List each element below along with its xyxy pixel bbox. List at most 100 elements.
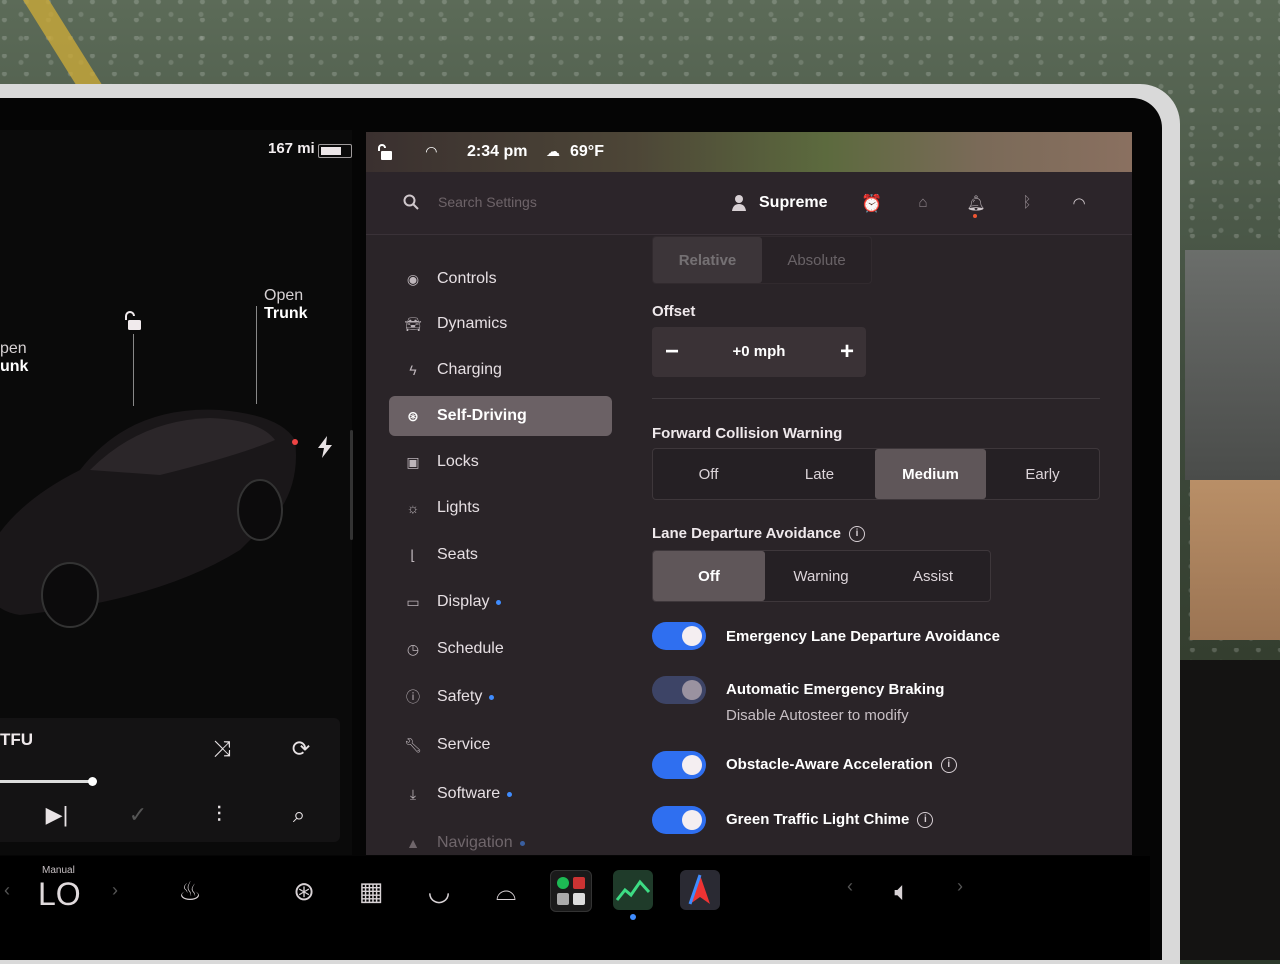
front-defrost-icon[interactable]: ◡ [419,876,459,907]
active-app-dot [630,914,636,920]
seat-heater-icon[interactable]: ♨ [170,876,210,907]
sidebar-item-locks[interactable]: ▣ Locks [389,442,612,482]
obstacle-aware-acceleration-toggle[interactable] [652,751,706,779]
toggle-icon: ◉ [406,270,420,287]
sidebar-item-software[interactable]: ⤓ Software [389,774,612,814]
profile-icon[interactable] [731,194,749,212]
info-icon[interactable]: i [940,757,957,774]
sidebar-item-label: Locks [437,453,479,470]
chevron-right-icon[interactable]: › [108,880,122,901]
update-dot [507,791,513,797]
sidebar-item-dynamics[interactable]: 🚘︎ Dynamics [389,304,612,344]
playback-scrubber[interactable] [88,777,97,786]
bolt-icon: ϟ [409,362,417,378]
lane-departure-avoidance-heading: Lane Departure Avoidance i [652,525,865,543]
equalizer-icon[interactable]: ⫶ [202,798,236,832]
shuffle-icon[interactable]: ⤨ [205,732,239,766]
seat-icon: ⌊ [410,546,416,563]
wifi-icon[interactable]: ◠ [1069,194,1089,214]
sidebar-item-controls[interactable]: ◉ Controls [389,259,612,299]
speed-mode-relative[interactable]: Relative [653,237,762,283]
alarm-icon[interactable]: ⏰ [861,194,882,214]
green-traffic-light-chime-toggle[interactable] [652,806,706,834]
fcw-option-off[interactable]: Off [653,449,764,499]
automatic-emergency-braking-toggle[interactable] [652,676,706,704]
automatic-emergency-braking-hint: Disable Autosteer to modify [726,707,909,724]
wifi-status-icon: ◠ [426,143,437,159]
bluetooth-icon[interactable]: ᛒ [1017,194,1037,214]
notification-dot [973,214,977,218]
volume-down-chevron-icon[interactable]: ‹ [840,876,860,897]
sidebar-item-label: Seats [437,546,478,563]
cabin-temperature[interactable]: LO [38,876,81,913]
navigation-app-icon[interactable] [680,870,720,910]
sidebar-item-display[interactable]: ▭ Display [389,582,612,622]
info-icon[interactable]: i [917,812,934,829]
update-dot [489,694,495,700]
garage-icon[interactable]: ⌂ [913,194,933,214]
navigation-icon: ▲ [406,835,420,851]
wiper-icon[interactable]: ⌓ [486,876,526,908]
search-icon[interactable]: ⌕ [282,798,316,832]
battery-icon [318,144,352,158]
chevron-left-icon[interactable]: ‹ [0,880,14,901]
offset-stepper: − +0 mph + [652,327,866,377]
lda-option-warning[interactable]: Warning [765,551,877,601]
energy-app-icon[interactable] [613,870,653,910]
sidebar-item-safety[interactable]: ⓘ Safety [389,677,612,717]
settings-search-icon[interactable] [403,194,419,210]
sidebar-item-schedule[interactable]: ◷ Schedule [389,629,612,669]
unlock-icon[interactable] [122,310,144,332]
sidebar-item-seats[interactable]: ⌊ Seats [389,535,612,575]
lda-option-off[interactable]: Off [653,551,765,601]
sidebar-item-service[interactable]: 🔧︎ Service [389,725,612,765]
info-icon[interactable]: i [848,526,865,543]
notification-bell-icon[interactable]: 🔔︎ [966,194,986,214]
driver-profile-name[interactable]: Supreme [759,194,827,212]
speed-mode-selector[interactable]: Relative Absolute [652,236,872,284]
open-trunk-button[interactable]: Open Trunk [264,287,308,323]
fcw-option-late[interactable]: Late [764,449,875,499]
panel-scrollbar[interactable] [350,430,353,540]
lane-departure-avoidance-selector[interactable]: Off Warning Assist [652,550,991,602]
emergency-lane-departure-label: Emergency Lane Departure Avoidance [726,628,1000,645]
lda-option-assist[interactable]: Assist [877,551,989,601]
forward-collision-warning-selector[interactable]: Off Late Medium Early [652,448,1100,500]
car-image [0,409,298,628]
trunk-pointer-line [256,306,257,404]
minus-icon[interactable]: − [657,337,687,367]
weather-icon: ☁ [546,143,560,159]
rear-defrost-icon[interactable]: ▦ [351,876,391,907]
sidebar-item-label: Software [437,785,501,802]
alarm-icon: ◷ [406,640,420,657]
sidebar-item-label: Controls [437,270,497,287]
playback-progress[interactable] [0,780,92,783]
volume-icon[interactable]: 🔈︎ [882,876,922,908]
volume-up-chevron-icon[interactable]: › [950,876,970,897]
sidebar-item-label: Self-Driving [437,407,527,424]
steering-wheel-heater-icon[interactable]: ⊛ [284,876,324,907]
sidebar-item-self-driving[interactable]: ⊛ Self-Driving [389,396,612,436]
automatic-emergency-braking-label: Automatic Emergency Braking [726,681,945,698]
charging-bolt-icon[interactable] [316,436,334,458]
emergency-lane-departure-toggle[interactable] [652,622,706,650]
play-next-icon[interactable]: ▶| [40,798,74,832]
fcw-option-medium[interactable]: Medium [875,449,986,499]
sidebar-item-label: Dynamics [437,315,508,332]
repeat-icon[interactable]: ⟳ [284,732,318,766]
display-icon: ▭ [406,593,420,610]
fcw-option-early[interactable]: Early [986,449,1099,499]
open-frunk-button[interactable]: pen unk [0,340,28,376]
plus-icon[interactable]: + [832,337,862,367]
app-launcher-icon[interactable] [550,870,592,912]
sidebar-item-charging[interactable]: ϟ Charging [389,350,612,390]
trunk-label: Trunk [264,305,308,322]
section-divider [652,398,1100,399]
checkmark-icon[interactable]: ✓ [121,798,155,832]
steering-wheel-icon: ⊛ [407,407,419,424]
speed-mode-absolute[interactable]: Absolute [762,237,871,283]
green-traffic-light-chime-label: Green Traffic Light Chime [726,811,910,828]
sidebar-item-label: Schedule [437,640,504,657]
search-settings-input[interactable]: Search Settings [438,194,537,210]
sidebar-item-lights[interactable]: ☼ Lights [389,488,612,528]
